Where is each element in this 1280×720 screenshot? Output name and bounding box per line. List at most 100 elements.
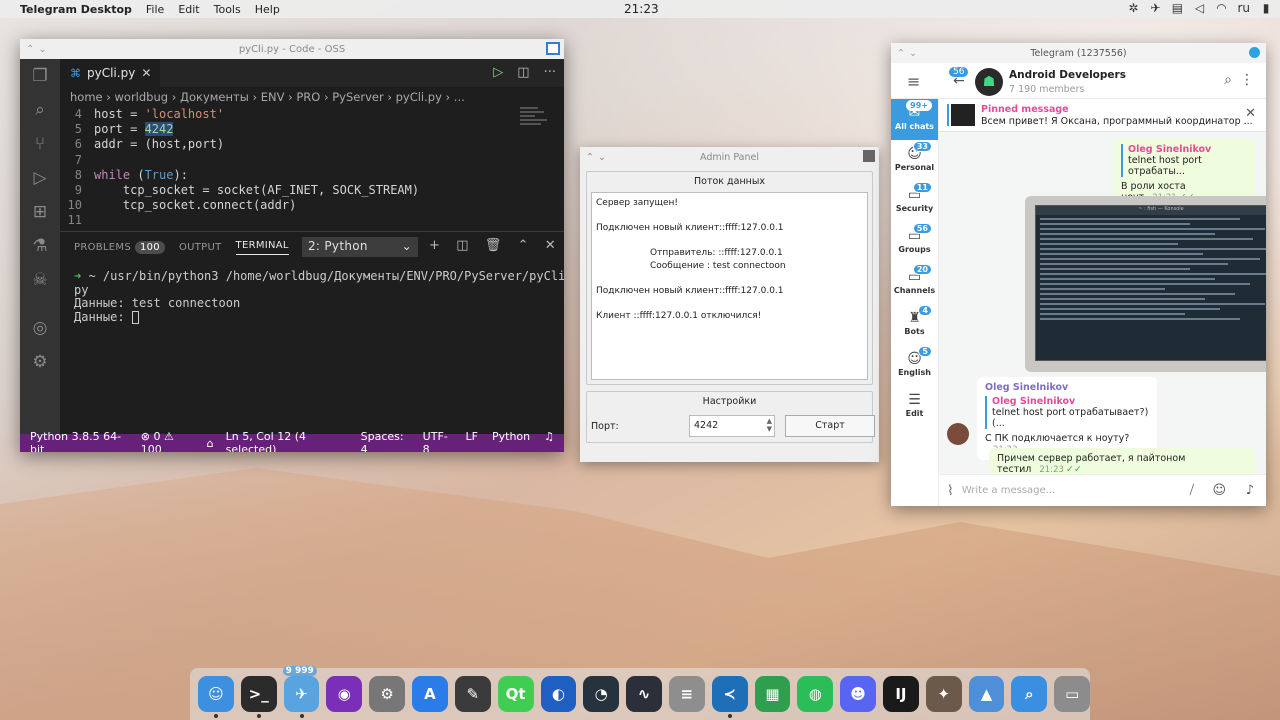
discord-icon[interactable]: ☻ (840, 676, 876, 712)
run-file-icon[interactable]: ▷ (493, 65, 503, 80)
more-vertical-icon[interactable]: ⋮ (1240, 72, 1254, 88)
breadcrumb[interactable]: home › worldbug › Документы › ENV › PRO … (60, 87, 564, 107)
disk-utility-icon[interactable]: ▭ (1054, 676, 1091, 712)
more-actions-icon[interactable]: ··· (544, 65, 556, 80)
folder-english[interactable]: ☺ 5 English (891, 345, 938, 386)
language-mode[interactable]: Python (492, 430, 530, 452)
search-icon[interactable]: ⌕ (1224, 72, 1232, 88)
terminal-select[interactable]: 2: Python ⌄ (302, 237, 418, 257)
inkscape-icon[interactable]: ✎ (454, 676, 491, 712)
folder-all-chats[interactable]: ✉ 99+ All chats (891, 99, 938, 140)
encoding[interactable]: UTF-8 (423, 430, 452, 452)
telegram-tray-icon[interactable]: ✈ (1149, 1, 1161, 15)
gimp-icon[interactable]: ✦ (925, 676, 962, 712)
qt-icon[interactable]: Qt (497, 676, 534, 712)
bug-icon[interactable]: ✲ (1127, 1, 1139, 15)
close-pinned-icon[interactable]: ✕ (1245, 106, 1256, 121)
hamburger-menu-icon[interactable]: ≡ (907, 72, 920, 91)
vscode-icon[interactable]: ≺ (711, 676, 748, 718)
port-spinbox[interactable]: 4242 ▲ ▼ (689, 415, 775, 437)
sender-avatar[interactable] (947, 423, 969, 445)
editor-tab-pycli[interactable]: ⌘ pyCli.py ✕ (60, 59, 160, 87)
menu-help[interactable]: Help (255, 3, 280, 16)
tab-problems[interactable]: PROBLEMS 100 (74, 240, 165, 254)
clock[interactable]: 21:23 (624, 2, 659, 16)
menu-edit[interactable]: Edit (178, 3, 199, 16)
battery-icon[interactable]: ▮ (1260, 1, 1272, 15)
start-button[interactable]: Старт (785, 415, 875, 437)
folder-groups[interactable]: ▭ 56 Groups (891, 222, 938, 263)
code-editor[interactable]: 4 host = 'localhost' 5 port = 4242 6 addr =… (60, 107, 564, 231)
channel-avatar[interactable]: ☗ (975, 68, 1003, 96)
admin-titlebar[interactable]: ⌃⌄ Admin Panel (580, 147, 879, 167)
new-terminal-icon[interactable]: + (429, 238, 440, 253)
reply-quote[interactable]: Oleg Sinelnikov telnet host port отрабат… (1121, 144, 1247, 177)
podcast-icon[interactable]: ◉ (326, 676, 363, 712)
split-terminal-icon[interactable]: ◫ (456, 238, 469, 253)
vscode-titlebar[interactable]: ⌃⌄ pyCli.py - Code - OSS (20, 39, 564, 59)
indentation[interactable]: Spaces: 4 (361, 430, 409, 452)
image-message[interactable]: ~ : fish — Konsole (1025, 196, 1266, 372)
maximize-panel-icon[interactable]: ⌃ (518, 238, 529, 253)
source-control-icon[interactable]: ⑂ (29, 133, 51, 155)
telegram-icon[interactable]: ✈ 9 999 (282, 666, 320, 718)
folder-edit[interactable]: ☰ Edit (891, 386, 938, 427)
data-stream-log[interactable]: Сервер запущен! Подключен новый клиент::… (591, 192, 868, 380)
folder-personal[interactable]: ☺ 33 Personal (891, 140, 938, 181)
spin-arrows-icon[interactable]: ▲ ▼ (767, 417, 772, 433)
intellij-icon[interactable]: IJ (883, 676, 919, 712)
emoji-icon[interactable]: ☺ (1212, 483, 1226, 498)
notifications-bell-icon[interactable]: ♫ (544, 430, 554, 452)
sender-name[interactable]: Oleg Sinelnikov (985, 382, 1149, 393)
search-icon[interactable]: ⌕ (29, 99, 51, 121)
pinned-message-bar[interactable]: Pinned message Всем привет! Я Оксана, пр… (939, 99, 1266, 132)
keyboard-layout[interactable]: ru (1237, 1, 1250, 15)
manage-gear-icon[interactable]: ⚙ (29, 351, 51, 373)
spreadsheet-icon[interactable]: ▦ (754, 676, 791, 712)
database-icon[interactable]: ≡ (668, 676, 705, 712)
folder-security[interactable]: ▭ 11 Security (891, 181, 938, 222)
live-share-icon[interactable]: ⌂ (207, 437, 214, 450)
search-icon[interactable]: ⌕ (1011, 676, 1048, 712)
line-ending[interactable]: LF (466, 430, 478, 452)
chat-history[interactable]: Pinned message Всем привет! Я Оксана, пр… (939, 99, 1266, 474)
folder-channels[interactable]: ▭ 20 Channels (891, 263, 938, 304)
window-controls[interactable]: ⌃⌄ (897, 48, 921, 59)
menu-tools[interactable]: Tools (214, 3, 241, 16)
active-app-name[interactable]: Telegram Desktop (20, 3, 132, 16)
telegram-titlebar[interactable]: ⌃⌄ Telegram (1237556) (891, 43, 1266, 63)
wifi-icon[interactable]: ◠ (1215, 1, 1227, 15)
firefox-icon[interactable]: ◐ (540, 676, 577, 712)
settings-icon[interactable]: ⚙ (369, 676, 406, 712)
extensions-icon[interactable]: ⊞ (29, 201, 51, 223)
menu-file[interactable]: File (146, 3, 164, 16)
speedometer-icon[interactable]: ◔ (583, 676, 620, 712)
account-icon[interactable]: ◎ (29, 317, 51, 339)
close-tab-icon[interactable]: ✕ (141, 66, 151, 80)
python-interpreter[interactable]: Python 3.8.5 64-bit (30, 430, 129, 452)
attach-icon[interactable]: ⌇ (947, 483, 954, 499)
test-flask-icon[interactable]: ⚗ (29, 235, 51, 257)
commands-icon[interactable]: ⧸ (1190, 483, 1194, 498)
problems-status[interactable]: ⊗ 0 ⚠ 100 (141, 430, 195, 452)
microphone-icon[interactable]: ♪ (1246, 483, 1254, 498)
pulse-icon[interactable]: ∿ (626, 676, 662, 712)
run-debug-icon[interactable]: ▷ (29, 167, 51, 189)
split-editor-icon[interactable]: ◫ (517, 65, 529, 80)
minimap[interactable] (520, 107, 550, 147)
close-panel-icon[interactable]: ✕ (545, 238, 556, 253)
message-outgoing[interactable]: Причем сервер работает, я пайтоном тести… (989, 448, 1255, 474)
layout-toggle-icon[interactable] (546, 42, 560, 55)
explorer-icon[interactable]: ❐ (29, 65, 51, 87)
window-controls[interactable]: ⌃⌄ (586, 152, 610, 163)
clipboard-icon[interactable]: ▤ (1171, 1, 1183, 15)
window-controls[interactable]: ⌃⌄ (26, 44, 51, 55)
cursor-position[interactable]: Ln 5, Col 12 (4 selected) (226, 430, 347, 452)
terminal-icon[interactable]: >_ (240, 676, 277, 718)
channel-name[interactable]: Android Developers (1009, 69, 1126, 81)
reply-quote[interactable]: Oleg Sinelnikov telnet host port отрабат… (985, 396, 1149, 429)
trash-icon[interactable]: 🗑 (485, 238, 502, 253)
terminal-output[interactable]: ➜ ~ /usr/bin/python3 /home/worldbug/Доку… (60, 262, 564, 324)
finder-icon[interactable]: ☺ (198, 676, 234, 718)
spotify-icon[interactable]: ◍ (797, 676, 834, 712)
